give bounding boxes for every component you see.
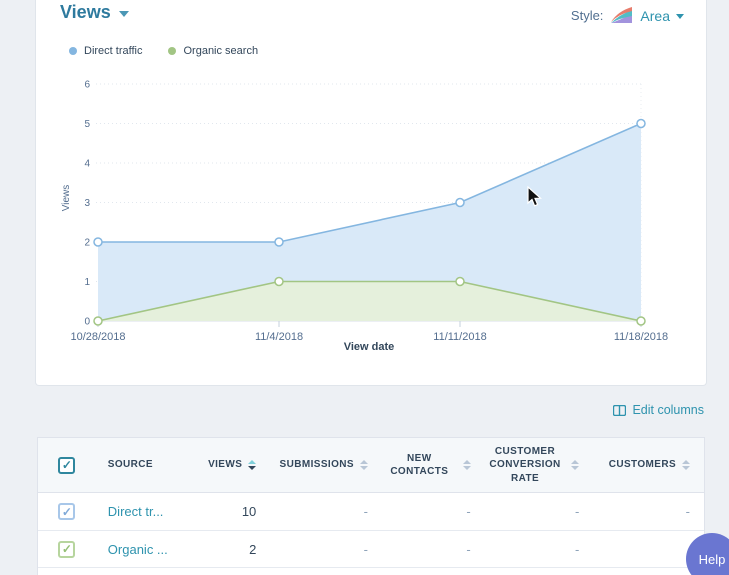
cell-value: -	[575, 542, 579, 557]
area-chart-style-icon	[610, 7, 633, 24]
row-checkbox[interactable]: ✓	[58, 541, 75, 558]
svg-text:5: 5	[84, 119, 90, 130]
row-checkbox[interactable]: ✓	[58, 503, 75, 520]
legend-item[interactable]: Direct traffic	[69, 45, 142, 57]
x-axis-title: View date	[269, 341, 469, 353]
report-card: Views Style: Area Direct traffic Organic …	[35, 0, 707, 386]
cell-value: 10	[242, 504, 256, 519]
column-header-label: VIEWS	[208, 458, 242, 472]
table-row	[38, 567, 704, 575]
style-label: Style:	[571, 8, 604, 23]
chevron-down-icon	[119, 11, 129, 17]
analytics-page: { "header": { "title": "Views", "style_l…	[0, 0, 729, 575]
edit-columns-button[interactable]: Edit columns	[613, 403, 704, 417]
svg-text:1: 1	[84, 277, 90, 288]
svg-text:2: 2	[84, 238, 90, 249]
customer_conversion_rate-cell: -	[485, 504, 594, 519]
svg-text:0: 0	[84, 317, 90, 328]
svg-text:11/18/2018: 11/18/2018	[614, 331, 668, 343]
sort-arrows-icon[interactable]	[360, 460, 368, 470]
new_contacts-cell: -	[382, 542, 485, 557]
views-cell: 10	[200, 504, 270, 519]
svg-text:10/28/2018: 10/28/2018	[70, 331, 125, 343]
cell-value: -	[575, 504, 579, 519]
legend-dot	[69, 47, 77, 55]
legend-label: Direct traffic	[84, 45, 142, 57]
column-header-customer_conversion_rate[interactable]: CUSTOMER CONVERSION RATE	[485, 445, 594, 486]
column-header-label: CUSTOMERS	[609, 458, 676, 472]
table-body: ✓ Direct tr... 10 - - - - ✓ Organic ... 2 - - -	[38, 493, 704, 567]
chart-legend: Direct traffic Organic search	[69, 45, 258, 57]
svg-text:4: 4	[84, 159, 90, 170]
column-header-new_contacts[interactable]: NEW CONTACTS	[382, 452, 485, 479]
column-header-source: SOURCE	[96, 458, 201, 472]
sort-arrows-icon[interactable]	[682, 460, 690, 470]
chevron-down-icon	[676, 14, 684, 19]
area-chart-plot: 012345610/28/201811/4/201811/11/201811/1…	[36, 70, 708, 370]
columns-icon	[613, 405, 626, 416]
submissions-cell: -	[270, 504, 382, 519]
legend-label: Organic search	[183, 45, 258, 57]
select-all-checkbox[interactable]: ✓	[58, 457, 75, 474]
edit-columns-label: Edit columns	[632, 403, 704, 417]
sort-arrows-icon[interactable]	[463, 460, 471, 470]
table-row: ✓ Organic ... 2 - - -	[38, 530, 704, 567]
cell-value: -	[686, 504, 690, 519]
column-header-label: SUBMISSIONS	[280, 458, 354, 472]
submissions-cell: -	[270, 542, 382, 557]
style-value: Area	[640, 8, 670, 24]
cell-value: 2	[249, 542, 256, 557]
new_contacts-cell: -	[382, 504, 485, 519]
source-link[interactable]: Direct tr...	[108, 504, 164, 519]
views-cell: 2	[200, 542, 270, 557]
style-value-dropdown[interactable]: Area	[640, 8, 684, 24]
customer_conversion_rate-cell: -	[485, 542, 594, 557]
report-title-dropdown[interactable]: Views	[60, 2, 129, 23]
legend-item[interactable]: Organic search	[168, 45, 258, 57]
sort-arrows-icon[interactable]	[248, 460, 256, 470]
help-button-label: Help	[699, 552, 726, 567]
sort-arrows-icon[interactable]	[571, 460, 579, 470]
legend-dot	[168, 47, 176, 55]
sources-table: ✓ SOURCE VIEWS SUBMISSIONS NEW CONTACTS CUSTO…	[37, 437, 705, 575]
select-all-cell: ✓	[38, 457, 96, 474]
table-header-row: ✓ SOURCE VIEWS SUBMISSIONS NEW CONTACTS CUSTO…	[38, 438, 704, 493]
source-cell: Organic ...	[96, 542, 201, 557]
cell-value: -	[364, 504, 368, 519]
cell-value: -	[364, 542, 368, 557]
row-checkbox-cell: ✓	[38, 503, 96, 520]
svg-text:6: 6	[84, 80, 90, 91]
column-header-label: CUSTOMER CONVERSION RATE	[485, 445, 566, 486]
mouse-cursor	[527, 186, 544, 209]
source-link[interactable]: Organic ...	[108, 542, 168, 557]
report-title: Views	[60, 2, 111, 23]
table-row: ✓ Direct tr... 10 - - - -	[38, 493, 704, 530]
customers-cell: -	[593, 504, 704, 519]
y-axis-title: Views	[61, 169, 73, 227]
chart-style-picker: Style: Area	[571, 7, 684, 24]
source-cell: Direct tr...	[96, 504, 201, 519]
column-header-label: SOURCE	[108, 458, 153, 472]
cell-value: -	[466, 504, 470, 519]
column-header-submissions[interactable]: SUBMISSIONS	[270, 458, 382, 472]
svg-text:3: 3	[84, 198, 90, 209]
row-checkbox-cell: ✓	[38, 541, 96, 558]
column-header-customers[interactable]: CUSTOMERS	[593, 458, 704, 472]
cell-value: -	[466, 542, 470, 557]
column-header-label: NEW CONTACTS	[382, 452, 457, 479]
column-header-views[interactable]: VIEWS	[200, 458, 270, 472]
